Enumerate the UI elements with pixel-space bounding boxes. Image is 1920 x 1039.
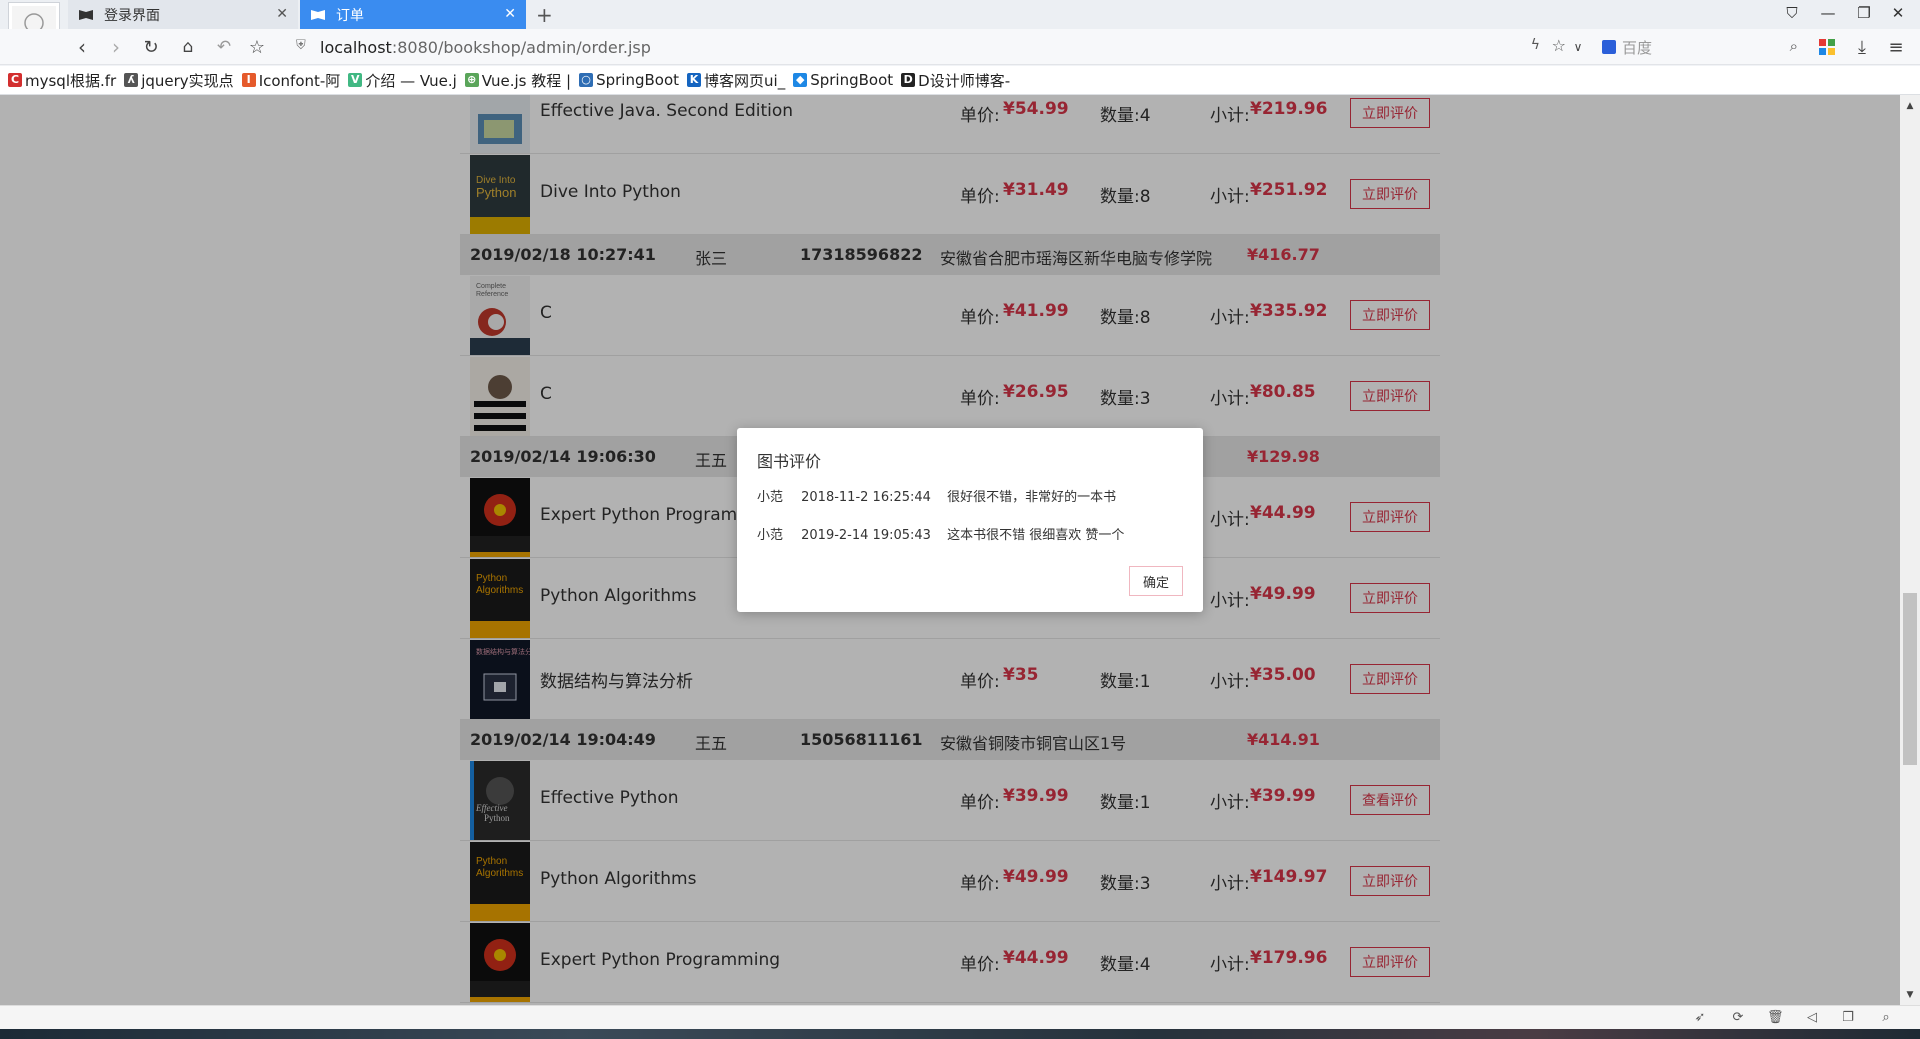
search-box[interactable]: 百度 ⌕: [1596, 33, 1806, 61]
bookmark-label: mysql根据.fr: [25, 71, 117, 90]
dialog-title: 图书评价: [757, 452, 822, 471]
address-bar[interactable]: ⛨ localhost:8080/bookshop/admin/order.js…: [290, 33, 1580, 61]
bookmark-label: jquery实现点: [141, 71, 234, 90]
vertical-scrollbar[interactable]: ▲ ▼: [1900, 95, 1920, 1005]
review-user: 小范: [757, 490, 784, 505]
zoom-icon[interactable]: ⌕: [1878, 1010, 1894, 1026]
bookmark-icon: ○: [579, 73, 594, 87]
review-item: 小范 2018-11-2 16:25:44 很好很不错，非常好的一本书: [757, 486, 1116, 505]
book-icon: [310, 8, 328, 22]
scroll-down-icon[interactable]: ▼: [1900, 990, 1920, 1000]
review-text: 很好很不错，非常好的一本书: [947, 490, 1117, 505]
bookmark-item[interactable]: ⊕ Vue.js 教程 |: [464, 70, 572, 91]
close-icon[interactable]: ✕: [276, 6, 288, 22]
review-user: 小范: [757, 528, 784, 543]
restore-icon[interactable]: ❐: [1854, 4, 1874, 22]
url-text[interactable]: localhost:8080/bookshop/admin/order.jsp: [320, 38, 651, 57]
bookmark-icon: ⊕: [464, 73, 479, 87]
review-text: 这本书很不错 很细喜欢 赞一个: [947, 528, 1125, 543]
bookmark-item[interactable]: D D设计师博客-: [901, 70, 1010, 91]
chevron-down-icon[interactable]: ∨: [1566, 35, 1590, 59]
bookmark-label: Iconfont-阿: [258, 71, 341, 90]
bookmark-icon: K: [687, 73, 702, 87]
browser-chrome: 登录界面 ✕ 订单 ✕ + ⛉ — ❐ ✕ ‹ › ↻ ⌂ ↶ ☆ ⛨ loca…: [0, 0, 1920, 95]
bookmark-item[interactable]: V 介绍 — Vue.j: [348, 70, 457, 91]
bookmark-icon: D: [901, 73, 916, 87]
desktop-taskbar: [0, 1029, 1920, 1039]
window-close-icon[interactable]: ✕: [1888, 4, 1908, 22]
download-icon[interactable]: ⤓: [1850, 35, 1874, 59]
bookmark-label: 介绍 — Vue.j: [365, 71, 457, 90]
confirm-button[interactable]: 确定: [1129, 566, 1183, 596]
window-icon[interactable]: ❐: [1840, 1010, 1856, 1026]
tab-login[interactable]: 登录界面 ✕: [68, 0, 298, 29]
navigation-bar: ‹ › ↻ ⌂ ↶ ☆ ⛨ localhost:8080/bookshop/ad…: [0, 29, 1920, 65]
new-tab-button[interactable]: +: [536, 3, 553, 27]
search-icon[interactable]: ⌕: [1790, 37, 1798, 55]
accelerate-icon[interactable]: ⟳: [1730, 1010, 1746, 1026]
tab-orders[interactable]: 订单 ✕: [300, 0, 526, 29]
tab-bar: 登录界面 ✕ 订单 ✕ + ⛉ — ❐ ✕: [0, 0, 1920, 54]
bookmark-label: 博客网页ui_: [704, 71, 786, 90]
scrollbar-thumb[interactable]: [1903, 593, 1917, 765]
bookmark-label: SpringBoot: [596, 71, 680, 89]
scroll-up-icon[interactable]: ▲: [1900, 101, 1920, 111]
bookmark-icon: C: [8, 73, 22, 87]
search-placeholder: 百度: [1622, 38, 1653, 57]
status-bar: ➶ ⟳ 🗑 ◁ ❐ ⌕: [0, 1005, 1920, 1029]
lightning-icon[interactable]: ϟ: [1531, 37, 1540, 53]
bookmark-label: Vue.js 教程 |: [481, 71, 572, 90]
shirt-icon[interactable]: ⛉: [1782, 4, 1802, 22]
tab-label: 订单: [336, 7, 364, 24]
favorite-star-icon[interactable]: ☆: [1552, 36, 1566, 55]
bookmark-item[interactable]: ○ SpringBoot: [579, 71, 679, 89]
undo-close-icon[interactable]: ↶: [212, 35, 236, 59]
bookmark-icon: I: [241, 73, 256, 87]
trash-icon[interactable]: 🗑: [1767, 1010, 1784, 1026]
close-icon[interactable]: ✕: [504, 6, 516, 22]
rocket-icon[interactable]: ➶: [1692, 1010, 1708, 1026]
page-viewport: Effective Java. Second Edition 单价: ¥54.99 数…: [0, 95, 1900, 1005]
bookmark-icon: V: [348, 73, 363, 87]
bookmark-item[interactable]: Cmysql根据.fr: [8, 70, 116, 91]
shield-icon: ⛨: [296, 38, 306, 53]
url-host: localhost: [320, 37, 392, 57]
forward-icon[interactable]: ›: [104, 35, 128, 59]
minimize-icon[interactable]: —: [1818, 4, 1838, 22]
baidu-icon: [1602, 40, 1616, 54]
bookmark-label: SpringBoot: [810, 71, 894, 89]
review-dialog: 图书评价 小范 2018-11-2 16:25:44 很好很不错，非常好的一本书…: [737, 428, 1203, 612]
bookmark-item[interactable]: K 博客网页ui_: [687, 70, 785, 91]
reload-icon[interactable]: ↻: [139, 35, 163, 59]
bookmark-item[interactable]: I Iconfont-阿: [241, 70, 341, 91]
tab-label: 登录界面: [104, 7, 160, 24]
star-icon[interactable]: ☆: [245, 35, 269, 59]
review-time: 2018-11-2 16:25:44: [801, 490, 931, 505]
bookmark-label: D设计师博客-: [918, 71, 1011, 90]
bookmark-icon: ʎ: [124, 73, 139, 87]
bookmark-item[interactable]: ʎ jquery实现点: [124, 70, 234, 91]
review-time: 2019-2-14 19:05:43: [801, 528, 931, 543]
bookmarks-bar: Cmysql根据.fr ʎ jquery实现点 I Iconfont-阿 V 介绍 — Vu…: [0, 66, 1920, 95]
url-path: :8080/bookshop/admin/order.jsp: [391, 37, 651, 57]
menu-icon[interactable]: ≡: [1884, 35, 1908, 59]
book-icon: [78, 8, 96, 22]
home-icon[interactable]: ⌂: [176, 35, 200, 59]
apps-icon[interactable]: [1815, 35, 1839, 59]
review-item: 小范 2019-2-14 19:05:43 这本书很不错 很细喜欢 赞一个: [757, 524, 1124, 543]
back-icon[interactable]: ‹: [70, 35, 94, 59]
bookmark-item[interactable]: ◆ SpringBoot: [793, 71, 893, 89]
bookmark-icon: ◆: [793, 73, 808, 87]
volume-icon[interactable]: ◁: [1804, 1010, 1820, 1026]
